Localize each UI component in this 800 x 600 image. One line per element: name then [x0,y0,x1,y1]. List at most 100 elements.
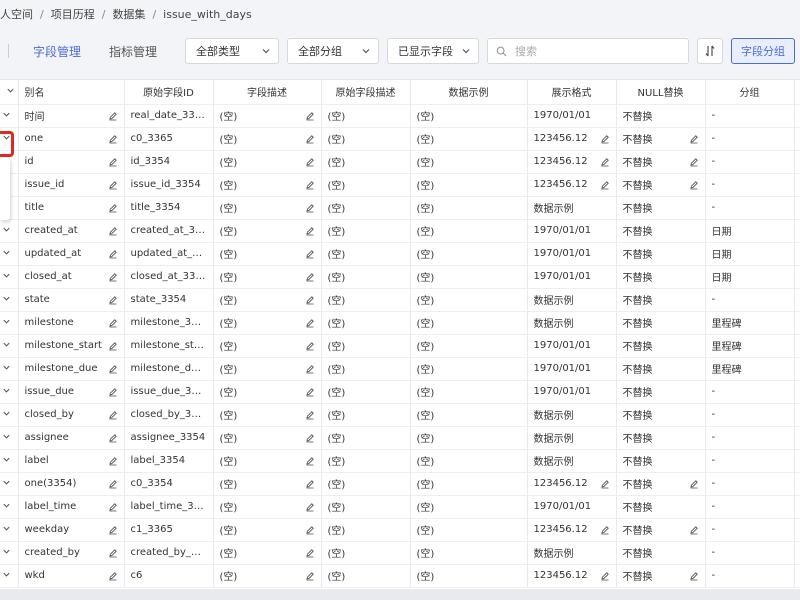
cell-alias[interactable]: milestone [18,311,125,335]
pencil-icon[interactable] [689,479,699,489]
breadcrumb-item[interactable]: 数据集 [112,6,145,22]
pencil-icon[interactable] [305,249,315,259]
pencil-icon[interactable] [108,249,118,259]
pencil-icon[interactable] [108,226,118,236]
cell-description[interactable]: (空) [213,265,322,289]
pencil-icon[interactable] [108,571,118,581]
chevron-down-icon[interactable] [2,501,11,510]
pencil-icon[interactable] [305,318,315,328]
pencil-icon[interactable] [305,571,315,581]
cell-description[interactable]: (空) [213,127,322,151]
pencil-icon[interactable] [305,272,315,282]
pencil-icon[interactable] [600,134,610,144]
cell-format[interactable]: 123456.12 [527,472,617,496]
cell-description[interactable]: (空) [213,196,322,220]
chevron-down-icon[interactable] [2,432,11,441]
row-expand[interactable] [0,472,19,496]
cell-alias[interactable]: wkd [18,564,125,588]
pencil-icon[interactable] [305,226,315,236]
cell-alias[interactable]: id [18,150,125,174]
row-expand[interactable] [0,288,19,312]
pencil-icon[interactable] [689,157,699,167]
cell-alias[interactable]: closed_at [18,265,125,289]
pencil-icon[interactable] [108,525,118,535]
cell-alias[interactable]: closed_by [18,403,125,427]
cell-alias[interactable]: updated_at [18,242,125,266]
pencil-icon[interactable] [305,548,315,558]
row-expand[interactable] [0,449,19,473]
cell-null-replace[interactable]: 不替换 [616,150,706,174]
cell-null-replace[interactable]: 不替换 [616,472,706,496]
pencil-icon[interactable] [305,479,315,489]
row-expand[interactable] [0,265,19,289]
pencil-icon[interactable] [108,433,118,443]
sort-button[interactable] [697,38,724,64]
chevron-down-icon[interactable] [2,340,11,349]
pencil-icon[interactable] [689,525,699,535]
cell-alias[interactable]: issue_due [18,380,125,404]
chevron-down-icon[interactable] [2,524,11,533]
cell-null-replace[interactable]: 不替换 [616,518,706,542]
chevron-down-icon[interactable] [2,455,11,464]
pencil-icon[interactable] [305,180,315,190]
search-input[interactable] [513,43,678,59]
chevron-down-icon[interactable] [2,570,11,579]
cell-alias[interactable]: label_time [18,495,125,519]
chevron-down-icon[interactable] [2,110,11,119]
cell-alias[interactable]: milestone_start [18,334,125,358]
chevron-down-icon[interactable] [2,386,11,395]
pencil-icon[interactable] [108,272,118,282]
cell-null-replace[interactable]: 不替换 [616,173,706,197]
cell-alias[interactable]: title [18,196,125,220]
cell-format[interactable]: 123456.12 [527,173,617,197]
chevron-down-icon[interactable] [2,363,11,372]
pencil-icon[interactable] [600,180,610,190]
cell-description[interactable]: (空) [213,334,322,358]
cell-description[interactable]: (空) [213,564,322,588]
cell-description[interactable]: (空) [213,403,322,427]
cell-null-replace[interactable]: 不替换 [616,564,706,588]
pencil-icon[interactable] [305,502,315,512]
row-expand[interactable] [0,380,19,404]
chevron-down-icon[interactable] [2,317,11,326]
pencil-icon[interactable] [305,157,315,167]
row-expand[interactable] [0,242,19,266]
pencil-icon[interactable] [108,410,118,420]
pencil-icon[interactable] [600,571,610,581]
row-expand[interactable] [0,311,19,335]
pencil-icon[interactable] [305,387,315,397]
cell-description[interactable]: (空) [213,288,322,312]
pencil-icon[interactable] [108,548,118,558]
pencil-icon[interactable] [305,341,315,351]
pencil-icon[interactable] [108,341,118,351]
pencil-icon[interactable] [305,456,315,466]
pencil-icon[interactable] [108,295,118,305]
row-expand[interactable] [0,426,19,450]
cell-description[interactable]: (空) [213,219,322,243]
field-group-button[interactable]: 字段分组 [731,38,796,64]
pencil-icon[interactable] [305,525,315,535]
row-expand[interactable] [0,104,19,128]
pencil-icon[interactable] [689,180,699,190]
cell-null-replace[interactable]: 不替换 [616,127,706,151]
pencil-icon[interactable] [108,364,118,374]
cell-alias[interactable]: created_by [18,541,125,565]
pencil-icon[interactable] [108,134,118,144]
search-box[interactable] [487,38,690,64]
tab-field-management[interactable]: 字段管理 [33,43,81,60]
cell-alias[interactable]: label [18,449,125,473]
pencil-icon[interactable] [305,433,315,443]
cell-description[interactable]: (空) [213,380,322,404]
pencil-icon[interactable] [600,479,610,489]
cell-alias[interactable]: one [18,127,125,151]
pencil-icon[interactable] [108,180,118,190]
cell-alias[interactable]: 时间 [18,104,125,128]
cell-description[interactable]: (空) [213,449,322,473]
field-filter-select[interactable]: 已显示字段 [387,38,480,64]
group-filter-select[interactable]: 全部分组 [287,38,380,64]
pencil-icon[interactable] [305,410,315,420]
cell-alias[interactable]: issue_id [18,173,125,197]
cell-format[interactable]: 123456.12 [527,518,617,542]
pencil-icon[interactable] [305,295,315,305]
chevron-down-icon[interactable] [2,478,11,487]
